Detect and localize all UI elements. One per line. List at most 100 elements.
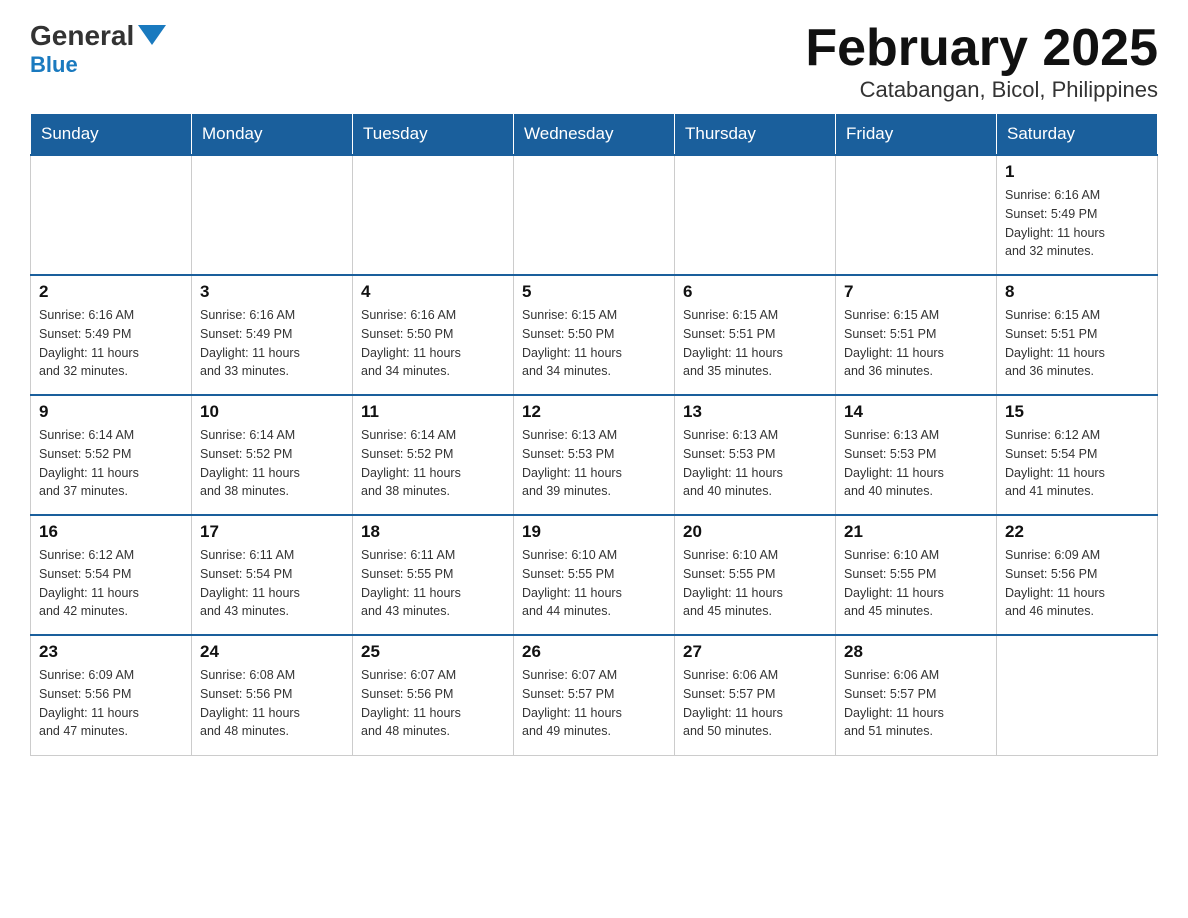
day-number: 2	[39, 282, 183, 302]
day-info: Sunrise: 6:16 AM Sunset: 5:49 PM Dayligh…	[39, 306, 183, 381]
day-info: Sunrise: 6:13 AM Sunset: 5:53 PM Dayligh…	[683, 426, 827, 501]
logo-general-text: General	[30, 20, 134, 52]
calendar-day: 2 Sunrise: 6:16 AM Sunset: 5:49 PM Daylig…	[31, 275, 192, 395]
day-header-wednesday: Wednesday	[514, 114, 675, 156]
day-info: Sunrise: 6:14 AM Sunset: 5:52 PM Dayligh…	[200, 426, 344, 501]
day-header-thursday: Thursday	[675, 114, 836, 156]
calendar-day: 28Sunrise: 6:06 AM Sunset: 5:57 PM Dayli…	[836, 635, 997, 755]
week-row-2: 2 Sunrise: 6:16 AM Sunset: 5:49 PM Daylig…	[31, 275, 1158, 395]
day-number: 15	[1005, 402, 1149, 422]
day-number: 26	[522, 642, 666, 662]
calendar-day: 3Sunrise: 6:16 AM Sunset: 5:49 PM Daylig…	[192, 275, 353, 395]
day-info: Sunrise: 6:13 AM Sunset: 5:53 PM Dayligh…	[844, 426, 988, 501]
calendar-day	[353, 155, 514, 275]
day-number: 5	[522, 282, 666, 302]
calendar-day: 13 Sunrise: 6:13 AM Sunset: 5:53 PM Dayli…	[675, 395, 836, 515]
day-info: Sunrise: 6:06 AM Sunset: 5:57 PM Dayligh…	[844, 666, 988, 741]
calendar-day: 8 Sunrise: 6:15 AM Sunset: 5:51 PM Daylig…	[997, 275, 1158, 395]
calendar-day: 27 Sunrise: 6:06 AM Sunset: 5:57 PM Dayli…	[675, 635, 836, 755]
day-number: 25	[361, 642, 505, 662]
day-info: Sunrise: 6:08 AM Sunset: 5:56 PM Dayligh…	[200, 666, 344, 741]
calendar-day: 17 Sunrise: 6:11 AM Sunset: 5:54 PM Dayli…	[192, 515, 353, 635]
day-number: 3	[200, 282, 344, 302]
day-number: 4	[361, 282, 505, 302]
day-info: Sunrise: 6:16 AM Sunset: 5:49 PM Dayligh…	[1005, 186, 1149, 261]
calendar-day: 5 Sunrise: 6:15 AM Sunset: 5:50 PM Daylig…	[514, 275, 675, 395]
day-number: 13	[683, 402, 827, 422]
calendar-day	[514, 155, 675, 275]
logo: General Blue	[30, 20, 166, 76]
day-number: 18	[361, 522, 505, 542]
day-info: Sunrise: 6:10 AM Sunset: 5:55 PM Dayligh…	[683, 546, 827, 621]
day-number: 1	[1005, 162, 1149, 182]
day-number: 9	[39, 402, 183, 422]
day-number: 14	[844, 402, 988, 422]
day-number: 7	[844, 282, 988, 302]
calendar-day: 15 Sunrise: 6:12 AM Sunset: 5:54 PM Dayli…	[997, 395, 1158, 515]
day-number: 11	[361, 402, 505, 422]
day-number: 16	[39, 522, 183, 542]
calendar-day: 4 Sunrise: 6:16 AM Sunset: 5:50 PM Daylig…	[353, 275, 514, 395]
day-number: 17	[200, 522, 344, 542]
day-info: Sunrise: 6:06 AM Sunset: 5:57 PM Dayligh…	[683, 666, 827, 741]
title-block: February 2025 Catabangan, Bicol, Philipp…	[805, 20, 1158, 103]
day-info: Sunrise: 6:10 AM Sunset: 5:55 PM Dayligh…	[522, 546, 666, 621]
day-number: 21	[844, 522, 988, 542]
calendar-day	[192, 155, 353, 275]
calendar-day: 18Sunrise: 6:11 AM Sunset: 5:55 PM Dayli…	[353, 515, 514, 635]
day-number: 27	[683, 642, 827, 662]
day-number: 23	[39, 642, 183, 662]
calendar-day	[31, 155, 192, 275]
day-info: Sunrise: 6:15 AM Sunset: 5:51 PM Dayligh…	[844, 306, 988, 381]
day-number: 8	[1005, 282, 1149, 302]
day-info: Sunrise: 6:12 AM Sunset: 5:54 PM Dayligh…	[39, 546, 183, 621]
calendar-day: 6 Sunrise: 6:15 AM Sunset: 5:51 PM Daylig…	[675, 275, 836, 395]
calendar-day: 20 Sunrise: 6:10 AM Sunset: 5:55 PM Dayli…	[675, 515, 836, 635]
day-number: 22	[1005, 522, 1149, 542]
calendar-day: 12Sunrise: 6:13 AM Sunset: 5:53 PM Dayli…	[514, 395, 675, 515]
calendar-day: 16 Sunrise: 6:12 AM Sunset: 5:54 PM Dayli…	[31, 515, 192, 635]
day-info: Sunrise: 6:15 AM Sunset: 5:51 PM Dayligh…	[1005, 306, 1149, 381]
week-row-3: 9 Sunrise: 6:14 AM Sunset: 5:52 PM Daylig…	[31, 395, 1158, 515]
calendar-day: 11 Sunrise: 6:14 AM Sunset: 5:52 PM Dayli…	[353, 395, 514, 515]
day-info: Sunrise: 6:15 AM Sunset: 5:50 PM Dayligh…	[522, 306, 666, 381]
logo-blue-text: Blue	[30, 54, 166, 76]
day-header-saturday: Saturday	[997, 114, 1158, 156]
day-number: 20	[683, 522, 827, 542]
week-row-4: 16 Sunrise: 6:12 AM Sunset: 5:54 PM Dayli…	[31, 515, 1158, 635]
day-header-monday: Monday	[192, 114, 353, 156]
day-info: Sunrise: 6:15 AM Sunset: 5:51 PM Dayligh…	[683, 306, 827, 381]
day-number: 6	[683, 282, 827, 302]
day-number: 10	[200, 402, 344, 422]
day-info: Sunrise: 6:14 AM Sunset: 5:52 PM Dayligh…	[39, 426, 183, 501]
day-header-friday: Friday	[836, 114, 997, 156]
day-info: Sunrise: 6:16 AM Sunset: 5:50 PM Dayligh…	[361, 306, 505, 381]
calendar-day: 26Sunrise: 6:07 AM Sunset: 5:57 PM Dayli…	[514, 635, 675, 755]
calendar-day	[997, 635, 1158, 755]
calendar-day: 14 Sunrise: 6:13 AM Sunset: 5:53 PM Dayli…	[836, 395, 997, 515]
calendar-subtitle: Catabangan, Bicol, Philippines	[805, 77, 1158, 103]
week-row-1: 1 Sunrise: 6:16 AM Sunset: 5:49 PM Daylig…	[31, 155, 1158, 275]
day-info: Sunrise: 6:13 AM Sunset: 5:53 PM Dayligh…	[522, 426, 666, 501]
day-info: Sunrise: 6:12 AM Sunset: 5:54 PM Dayligh…	[1005, 426, 1149, 501]
day-number: 24	[200, 642, 344, 662]
calendar-day	[675, 155, 836, 275]
calendar-day: 10 Sunrise: 6:14 AM Sunset: 5:52 PM Dayli…	[192, 395, 353, 515]
calendar-day: 9 Sunrise: 6:14 AM Sunset: 5:52 PM Daylig…	[31, 395, 192, 515]
calendar-day: 23 Sunrise: 6:09 AM Sunset: 5:56 PM Dayli…	[31, 635, 192, 755]
calendar-day: 25 Sunrise: 6:07 AM Sunset: 5:56 PM Dayli…	[353, 635, 514, 755]
logo-triangle-icon	[138, 25, 166, 45]
day-header-sunday: Sunday	[31, 114, 192, 156]
calendar-day: 22Sunrise: 6:09 AM Sunset: 5:56 PM Dayli…	[997, 515, 1158, 635]
calendar-day: 21 Sunrise: 6:10 AM Sunset: 5:55 PM Dayli…	[836, 515, 997, 635]
day-info: Sunrise: 6:10 AM Sunset: 5:55 PM Dayligh…	[844, 546, 988, 621]
day-info: Sunrise: 6:11 AM Sunset: 5:54 PM Dayligh…	[200, 546, 344, 621]
calendar-day: 24 Sunrise: 6:08 AM Sunset: 5:56 PM Dayli…	[192, 635, 353, 755]
day-info: Sunrise: 6:09 AM Sunset: 5:56 PM Dayligh…	[39, 666, 183, 741]
day-header-tuesday: Tuesday	[353, 114, 514, 156]
day-info: Sunrise: 6:07 AM Sunset: 5:56 PM Dayligh…	[361, 666, 505, 741]
day-info: Sunrise: 6:14 AM Sunset: 5:52 PM Dayligh…	[361, 426, 505, 501]
calendar-day: 1 Sunrise: 6:16 AM Sunset: 5:49 PM Daylig…	[997, 155, 1158, 275]
calendar-table: SundayMondayTuesdayWednesdayThursdayFrid…	[30, 113, 1158, 756]
calendar-day: 19Sunrise: 6:10 AM Sunset: 5:55 PM Dayli…	[514, 515, 675, 635]
